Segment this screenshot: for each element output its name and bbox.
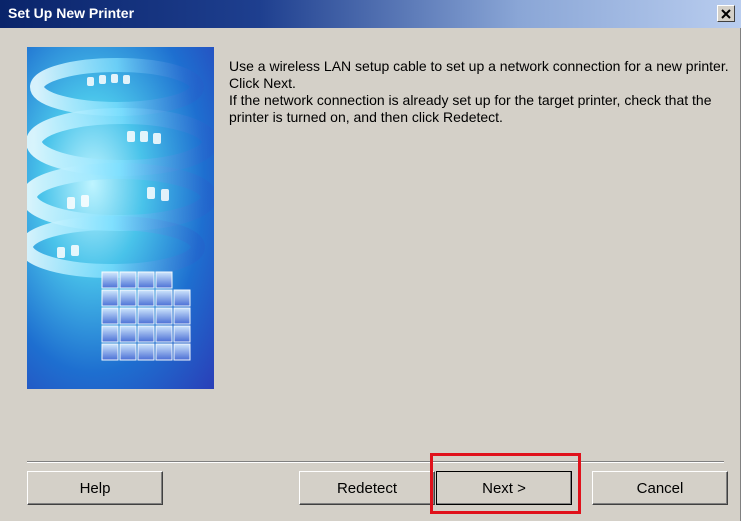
instruction-text: Use a wireless LAN setup cable to set up… [229, 58, 729, 126]
redetect-button[interactable]: Redetect [299, 471, 435, 505]
network-spiral-illustration [27, 47, 214, 389]
button-separator [27, 461, 724, 463]
instruction-line-next: Use a wireless LAN setup cable to set up… [229, 58, 729, 91]
title-bar[interactable]: Set Up New Printer [0, 0, 741, 28]
close-button[interactable] [717, 5, 735, 22]
next-button[interactable]: Next > [436, 471, 572, 505]
help-button[interactable]: Help [27, 471, 163, 505]
window-title: Set Up New Printer [8, 5, 135, 21]
spiral-graphic [27, 58, 214, 361]
close-icon [721, 8, 731, 19]
instruction-line-redetect: If the network connection is already set… [229, 92, 712, 125]
setup-dialog: Set Up New Printer Use a wireless LAN se… [0, 0, 741, 521]
cancel-button[interactable]: Cancel [592, 471, 728, 505]
